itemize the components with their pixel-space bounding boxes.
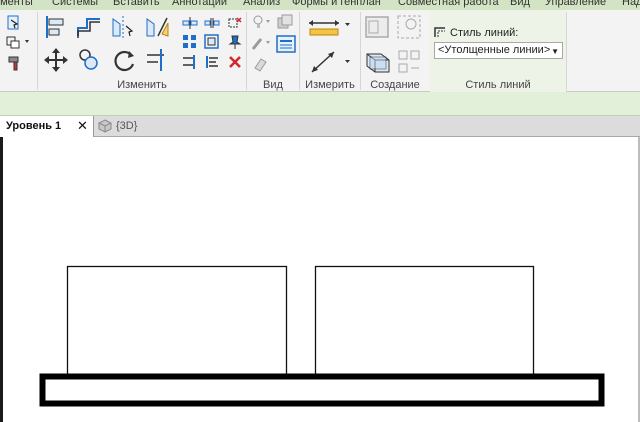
align-icon[interactable] <box>42 14 68 40</box>
view-tab-level-1-label: Уровень 1 <box>6 120 62 132</box>
panel-label-create: Создание <box>370 79 420 91</box>
create-group-icon[interactable] <box>396 14 422 40</box>
drawn-rectangle-right[interactable] <box>314 265 535 377</box>
mirror-axis-icon[interactable] <box>110 14 136 40</box>
drawn-rectangle-left[interactable] <box>66 265 288 377</box>
create-parts-icon[interactable] <box>363 14 393 40</box>
view-tab-bar: Уровень 1 ✕ {3D} <box>0 116 640 137</box>
create-assembly-icon[interactable] <box>363 48 393 76</box>
tab-view[interactable]: Вид <box>510 0 530 8</box>
split-element-icon[interactable] <box>182 15 198 31</box>
tab-insert[interactable]: Вставить <box>113 0 160 8</box>
panel-modify: Изменить <box>38 10 246 92</box>
chevron-down-icon: ▼ <box>551 47 559 56</box>
tab-analyze[interactable]: Анализ <box>243 0 280 8</box>
view-cube-icon[interactable] <box>276 14 294 30</box>
drawing-area[interactable] <box>0 137 640 422</box>
panel-label-line-style: Стиль линий <box>465 79 531 91</box>
measure-distance-icon[interactable] <box>306 16 352 38</box>
linework-tool-icon[interactable] <box>276 35 296 53</box>
tab-elements[interactable]: ементы <box>0 0 33 8</box>
modify-select-icon[interactable] <box>6 14 22 32</box>
linework-brush-icon[interactable] <box>251 35 273 51</box>
line-style-dropdown[interactable]: <Утолщенные линии> ▼ <box>434 42 563 59</box>
tab-massing-site[interactable]: Формы и генплан <box>292 0 381 8</box>
copy-icon[interactable] <box>76 46 102 74</box>
rotate-icon[interactable] <box>110 46 138 74</box>
panel-measure: Измерить <box>300 10 360 92</box>
paste-icon[interactable] <box>5 34 31 50</box>
trim-extend-icon[interactable] <box>144 46 170 74</box>
hammer-icon[interactable] <box>6 54 24 72</box>
drawing-svg <box>39 265 605 407</box>
view-tab-level-1[interactable]: Уровень 1 ✕ <box>0 116 94 137</box>
tab-addins[interactable]: Над <box>622 0 640 8</box>
panel-line-style: Стиль линий: <Утолщенные линии> ▼ Стиль … <box>430 10 566 92</box>
close-icon[interactable]: ✕ <box>77 118 88 133</box>
ribbon: Изменить Вид Измерить Создание Стиль лин… <box>0 10 640 92</box>
options-bar <box>0 92 640 116</box>
delete-icon[interactable] <box>227 54 243 70</box>
tab-systems[interactable]: Системы <box>52 0 98 8</box>
split-gap-icon[interactable] <box>204 15 220 31</box>
override-graphics-icon[interactable] <box>251 14 273 30</box>
align-list-icon[interactable] <box>204 54 220 70</box>
unpin-icon[interactable] <box>227 15 243 31</box>
panel-view: Вид <box>247 10 299 92</box>
tab-manage[interactable]: Управление <box>545 0 606 8</box>
line-style-icon <box>433 25 447 39</box>
panel-create: Создание <box>361 10 429 92</box>
create-similar-icon[interactable] <box>396 48 422 76</box>
scale-icon[interactable] <box>204 34 220 50</box>
offset-icon[interactable] <box>75 14 103 40</box>
aligned-dimension-icon[interactable] <box>306 48 352 76</box>
panel-label-view: Вид <box>263 79 283 91</box>
line-style-value: <Утолщенные линии> <box>438 44 551 56</box>
canvas-left-border <box>0 137 3 422</box>
tab-annotate[interactable]: Аннотации <box>172 0 227 8</box>
drawn-thick-base[interactable] <box>39 373 605 407</box>
mirror-draw-icon[interactable] <box>144 14 170 40</box>
ribbon-tab-bar: ементы Системы Вставить Аннотации Анализ… <box>0 0 640 10</box>
view-tab-3d-label: {3D} <box>116 120 138 132</box>
panel-label-measure: Измерить <box>305 79 355 91</box>
line-style-label: Стиль линий: <box>450 27 519 39</box>
tab-collaborate[interactable]: Совместная работа <box>398 0 499 8</box>
array-icon[interactable] <box>182 34 198 50</box>
3d-view-icon <box>98 119 112 136</box>
pin-icon[interactable] <box>227 34 243 50</box>
move-icon[interactable] <box>42 46 70 74</box>
view-tab-3d[interactable]: {3D} <box>96 116 156 137</box>
eraser-icon[interactable] <box>251 56 269 72</box>
revit-window: ементы Системы Вставить Аннотации Анализ… <box>0 0 640 422</box>
panel-label-modify: Изменить <box>117 79 167 91</box>
trim-multiple-icon[interactable] <box>182 54 198 70</box>
